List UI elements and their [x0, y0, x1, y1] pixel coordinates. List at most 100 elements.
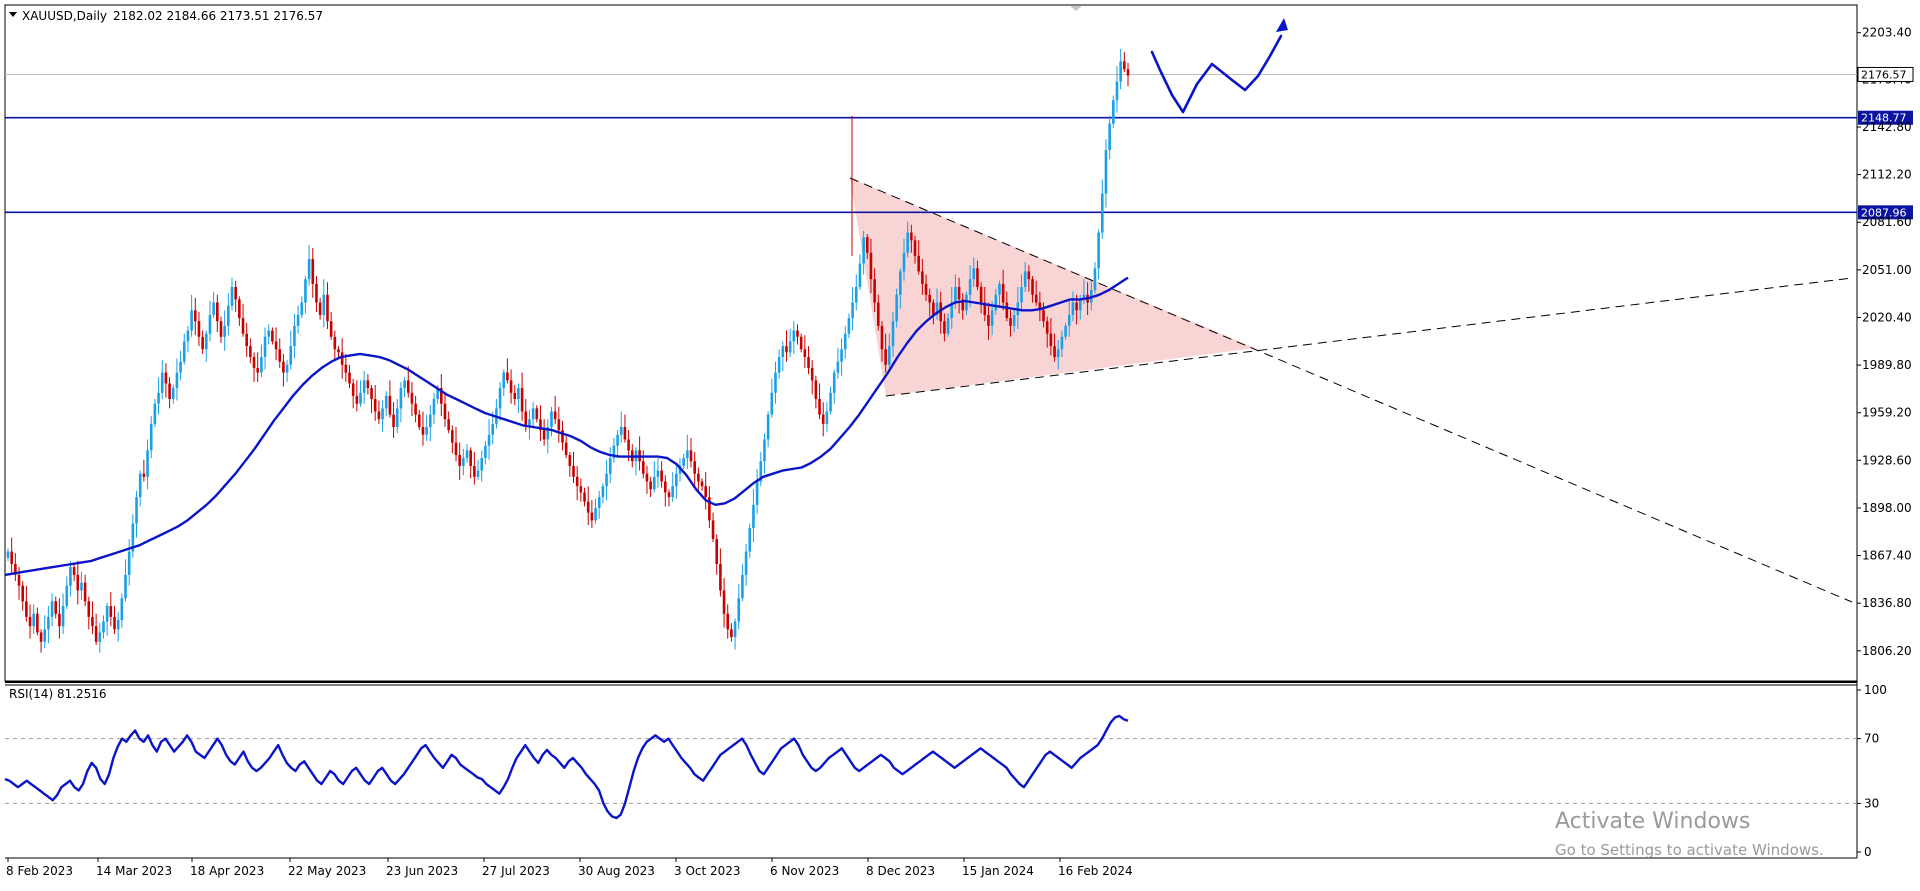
candle: [432, 392, 436, 424]
candle-body: [799, 336, 803, 350]
candle-body: [76, 574, 80, 591]
candle-body: [149, 423, 153, 451]
candle: [1126, 62, 1130, 87]
candle: [149, 416, 153, 459]
candle-body: [535, 408, 539, 420]
candle: [241, 304, 245, 337]
candle-body: [509, 380, 513, 393]
candle: [737, 584, 741, 630]
candle: [377, 400, 381, 424]
candle-body: [179, 361, 182, 373]
candle: [704, 472, 708, 510]
candle: [190, 294, 193, 337]
candle: [403, 377, 406, 398]
candle-body: [116, 619, 120, 630]
candle-body: [943, 321, 946, 334]
candle: [1104, 139, 1108, 208]
candle: [454, 427, 458, 462]
candle-body: [498, 388, 502, 409]
candle: [847, 313, 851, 339]
candle: [399, 381, 403, 423]
candle-body: [557, 419, 561, 431]
candle: [447, 411, 450, 434]
candle-body: [329, 321, 333, 337]
candle-body: [785, 346, 788, 353]
candle-body: [454, 442, 458, 456]
candle-body: [245, 333, 248, 347]
candle: [175, 358, 179, 401]
candle: [392, 402, 395, 438]
candle-body: [564, 442, 568, 456]
candle-body: [730, 629, 733, 638]
candle-body: [21, 585, 24, 602]
candle-body: [58, 613, 61, 627]
candle: [858, 254, 862, 291]
candle-body: [715, 539, 719, 564]
candle-body: [711, 520, 715, 540]
candle-body: [777, 357, 781, 373]
candle-body: [987, 314, 990, 326]
candle-body: [168, 383, 171, 400]
candle-body: [197, 321, 201, 337]
time-tick-label: 3 Oct 2023: [674, 864, 741, 878]
candle-body: [160, 372, 164, 393]
candle: [722, 577, 726, 628]
candle: [370, 385, 373, 414]
candle-body: [502, 372, 506, 389]
candle: [498, 381, 502, 421]
candle: [359, 380, 362, 407]
candle-body: [91, 616, 94, 627]
candle-body: [249, 346, 252, 358]
collapse-triangle-icon[interactable]: [9, 12, 17, 17]
candle: [344, 353, 348, 382]
candle-body: [451, 430, 454, 443]
candle: [157, 377, 160, 415]
rsi-tick-label: 30: [1864, 796, 1879, 810]
candle-body: [65, 585, 69, 606]
candle-body: [1005, 302, 1009, 319]
candle-body: [87, 601, 91, 617]
candle: [531, 402, 535, 428]
time-tick-label: 6 Nov 2023: [770, 864, 839, 878]
candle: [561, 420, 564, 451]
candle-body: [1097, 232, 1100, 269]
candle-body: [763, 439, 766, 462]
candle-body: [1064, 325, 1067, 337]
candle-body: [1049, 333, 1053, 347]
candle: [451, 425, 454, 454]
candle: [58, 598, 61, 639]
candle-body: [381, 408, 384, 420]
candle-body: [719, 563, 722, 591]
candle-body: [80, 582, 83, 591]
candle-body: [1126, 69, 1130, 76]
candle: [428, 405, 432, 442]
candle: [487, 419, 491, 460]
chart-canvas[interactable]: XAUUSD,Daily 2182.02 2184.66 2173.51 2176…: [0, 0, 1920, 887]
candle: [572, 451, 575, 484]
candle: [94, 613, 98, 645]
candle-body: [54, 601, 58, 614]
candle-body: [300, 302, 304, 315]
rsi-line[interactable]: [4, 714, 1129, 820]
candle-body: [902, 252, 906, 272]
candle-body: [1119, 61, 1122, 82]
candle-body: [733, 621, 737, 638]
current-price-label: 2176.57: [1861, 68, 1907, 81]
candle: [293, 313, 296, 359]
candle-body: [873, 279, 876, 303]
candle: [168, 377, 171, 409]
candle: [1115, 66, 1119, 113]
candle: [689, 437, 693, 468]
candle-body: [895, 294, 898, 322]
candle: [803, 335, 807, 368]
candle-body: [135, 497, 138, 524]
candle: [854, 274, 858, 311]
candle-body: [227, 305, 230, 326]
candle-body: [377, 411, 381, 420]
candle-body: [1108, 123, 1111, 151]
candle: [1093, 262, 1097, 294]
candle: [693, 451, 696, 488]
candle-body: [513, 392, 517, 400]
candle-body: [697, 473, 700, 482]
candle: [862, 230, 865, 275]
